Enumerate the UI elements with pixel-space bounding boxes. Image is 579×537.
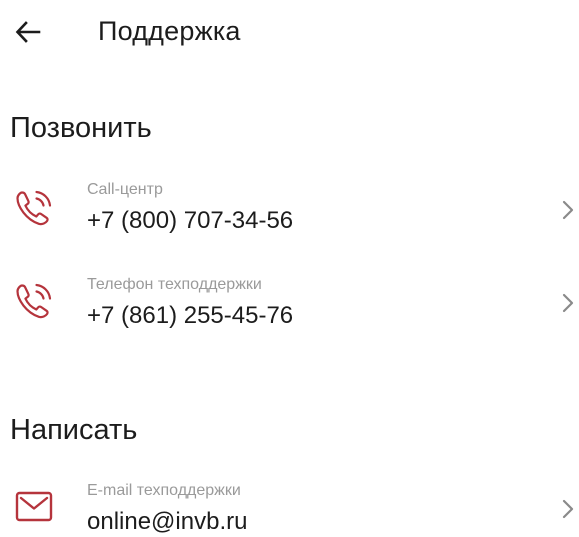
- section-title-write: Написать: [10, 414, 138, 446]
- phone-number: +7 (861) 255-45-76: [87, 302, 294, 329]
- row-caption: Телефон техподдержки: [87, 276, 262, 293]
- row-caption: Call-центр: [87, 181, 163, 198]
- support-email-row[interactable]: E-mail техподдержки online@invb.ru: [0, 479, 579, 537]
- back-button[interactable]: [8, 12, 48, 52]
- section-title-call: Позвонить: [10, 112, 152, 144]
- app-header: Поддержка: [0, 0, 579, 64]
- mail-icon: [6, 479, 62, 535]
- support-screen: Поддержка Позвонить Call-центр +7 (800) …: [0, 0, 579, 537]
- phone-call-icon: [6, 273, 62, 329]
- phone-call-icon: [6, 180, 62, 236]
- chevron-right-icon: [561, 291, 579, 315]
- page-title: Поддержка: [98, 16, 241, 46]
- chevron-right-icon: [561, 198, 579, 222]
- email-address: online@invb.ru: [87, 508, 248, 535]
- chevron-right-icon: [561, 497, 579, 521]
- phone-number: +7 (800) 707-34-56: [87, 207, 294, 234]
- tech-support-phone-row[interactable]: Телефон техподдержки +7 (861) 255-45-76: [0, 273, 579, 337]
- arrow-left-icon: [15, 21, 41, 43]
- call-center-row[interactable]: Call-центр +7 (800) 707-34-56: [0, 178, 579, 242]
- row-caption: E-mail техподдержки: [87, 482, 241, 499]
